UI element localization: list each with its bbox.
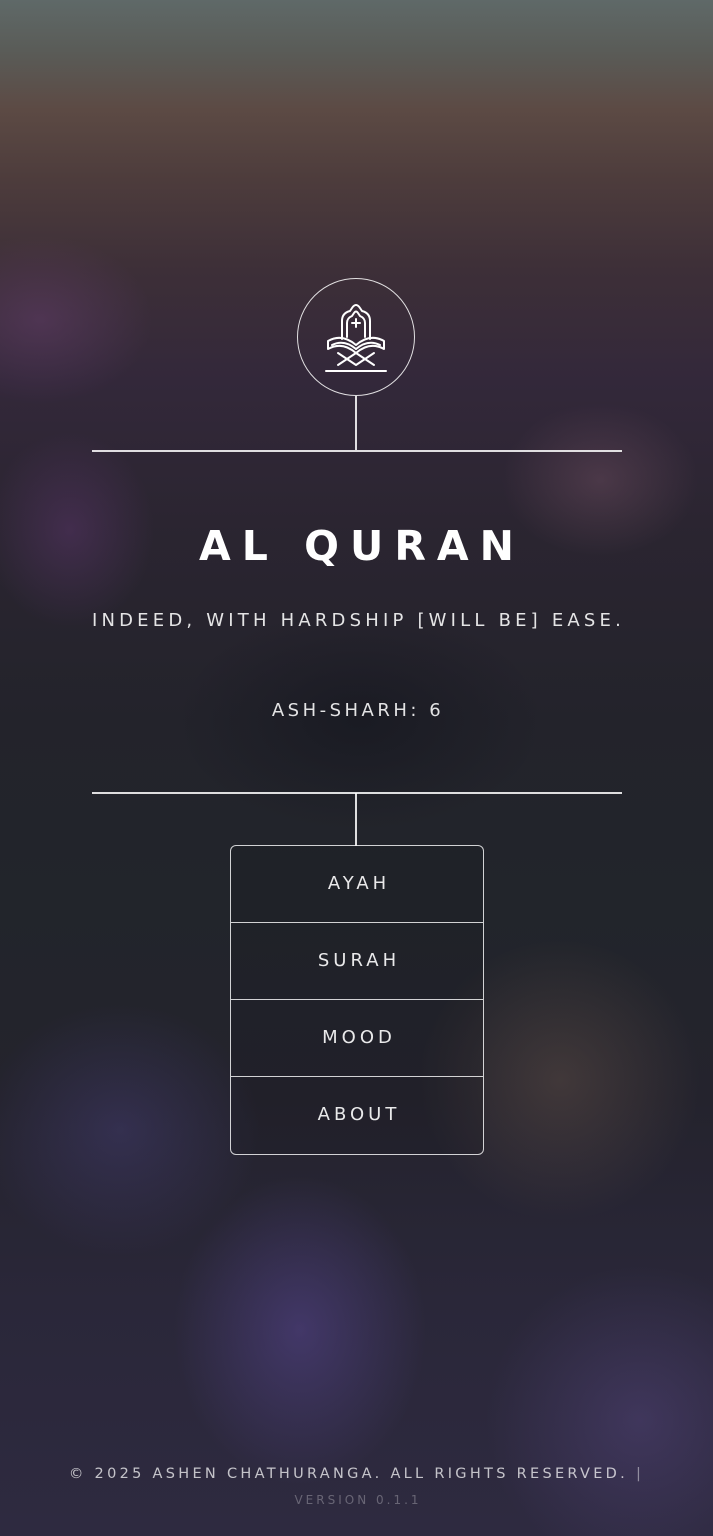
home-screen: AL QURAN INDEED, WITH HARDSHIP [WILL BE]… xyxy=(0,0,713,1536)
quran-on-stand-icon xyxy=(325,304,387,372)
footer-copyright: © 2025 ASHEN CHATHURANGA. ALL RIGHTS RES… xyxy=(0,1463,713,1485)
bottom-connector-line xyxy=(355,793,357,846)
app-logo xyxy=(297,278,415,396)
about-button[interactable]: ABOUT xyxy=(231,1077,483,1154)
verse-text: INDEED, WITH HARDSHIP [WILL BE] EASE. xyxy=(91,610,626,631)
top-connector-line xyxy=(355,396,357,450)
top-divider xyxy=(92,450,622,452)
bottom-divider xyxy=(92,792,622,794)
version-label: VERSION 0.1.1 xyxy=(294,1493,422,1507)
main-menu: AYAH SURAH MOOD ABOUT xyxy=(230,845,484,1155)
surah-button[interactable]: SURAH xyxy=(231,923,483,1000)
ayah-button[interactable]: AYAH xyxy=(231,846,483,923)
app-title: AL QURAN xyxy=(199,522,525,570)
footer-separator: | xyxy=(635,1466,645,1482)
copyright-text: © 2025 ASHEN CHATHURANGA. ALL RIGHTS RES… xyxy=(68,1466,629,1482)
mood-button[interactable]: MOOD xyxy=(231,1000,483,1077)
verse-reference: ASH-SHARH: 6 xyxy=(271,700,445,721)
